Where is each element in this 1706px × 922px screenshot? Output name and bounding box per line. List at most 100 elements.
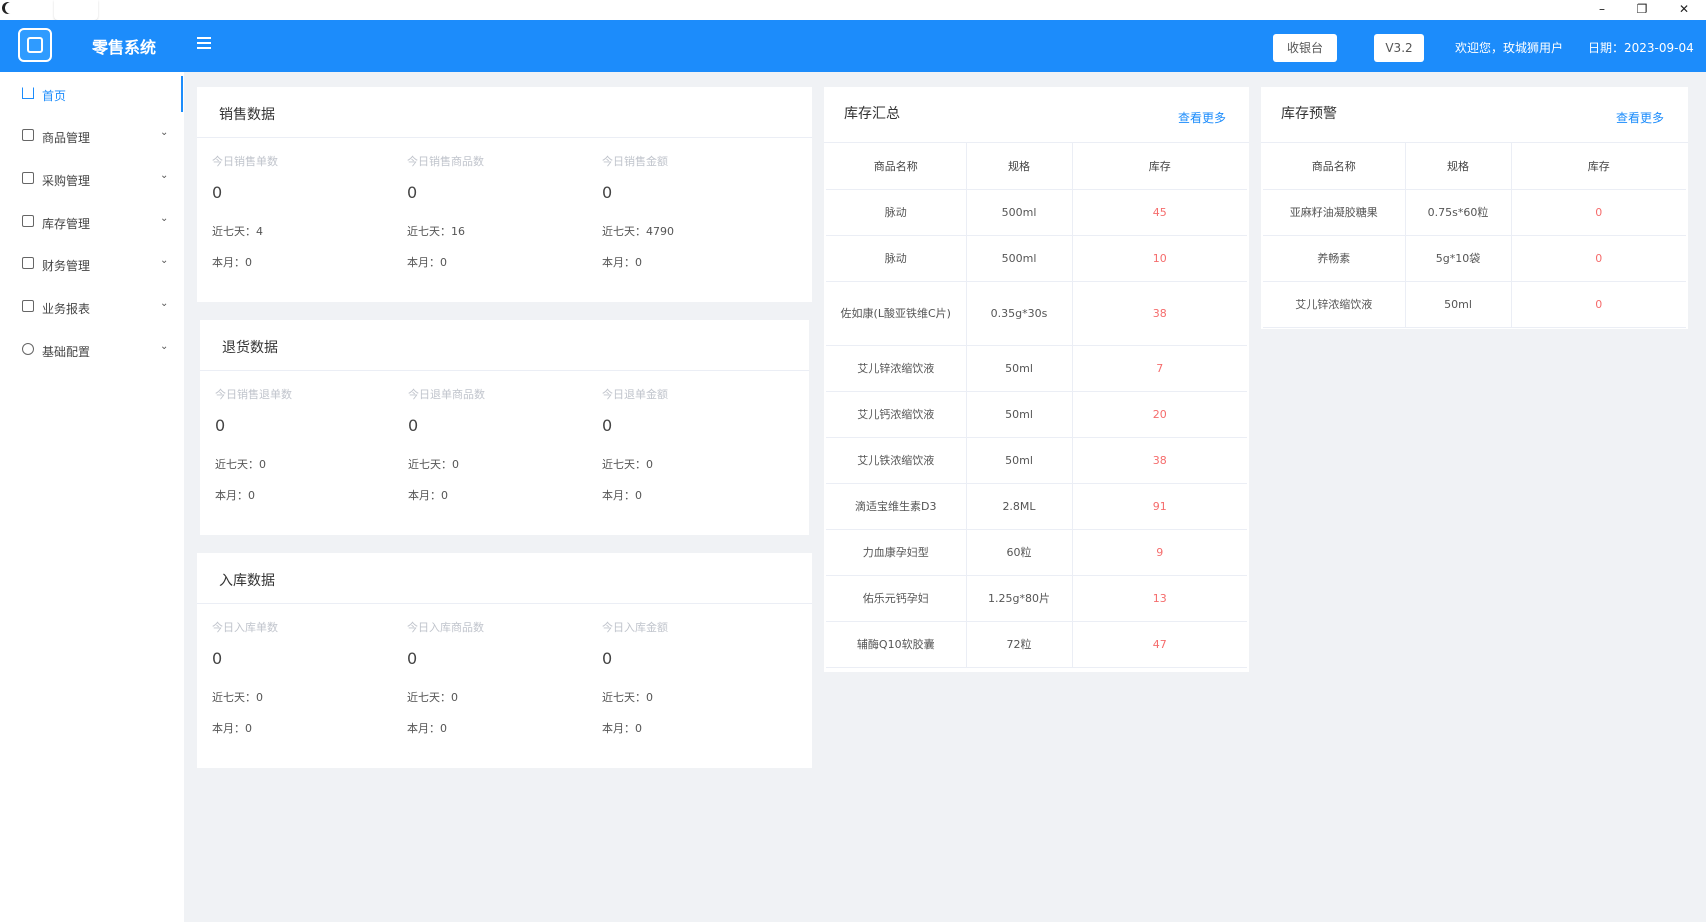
stock-alert-table: 商品名称 规格 库存 亚麻籽油凝胶糖果 0.75s*60粒 0 养畅素 5g*10袋 0 艾…	[1263, 143, 1686, 328]
view-more-link[interactable]: 查看更多	[1616, 109, 1664, 126]
stat-month: 本月：0	[407, 722, 447, 735]
column-header: 库存	[1072, 143, 1247, 190]
stock-cell: 10	[1072, 235, 1247, 282]
spec-cell: 0.75s*60粒	[1405, 189, 1512, 236]
stat-month: 本月：0	[212, 256, 252, 269]
stock-cell: 45	[1072, 189, 1247, 236]
sidebar-item-label: 采购管理	[42, 174, 91, 188]
chevron-down-icon: ⌄	[160, 213, 169, 224]
stock-cell: 0	[1511, 189, 1686, 236]
spec-cell: 500ml	[966, 235, 1073, 282]
sidebar-item-config[interactable]: 基础配置 ⌄	[0, 330, 184, 370]
stock-cell: 38	[1072, 437, 1247, 484]
stat-label: 今日入库金额	[602, 621, 668, 634]
sidebar-item-reports[interactable]: 业务报表 ⌄	[0, 287, 184, 327]
sidebar-item-purchase[interactable]: 采购管理 ⌄	[0, 159, 184, 199]
stat-label: 今日销售单数	[212, 155, 278, 168]
menu-toggle-icon[interactable]	[193, 34, 213, 54]
chevron-down-icon: ⌄	[160, 127, 169, 138]
column-header: 商品名称	[1263, 143, 1406, 190]
sidebar: 首页 商品管理 ⌄ 采购管理 ⌄ 库存管理 ⌄ 财务管理 ⌄ 业务报表 ⌄ 基础…	[0, 72, 184, 922]
close-button[interactable]: ✕	[1669, 0, 1699, 18]
table-row[interactable]: 佑乐元钙孕妇 1.25g*80片 13	[826, 575, 1247, 622]
table-row[interactable]: 滴适宝维生素D3 2.8ML 91	[826, 483, 1247, 530]
table-row[interactable]: 脉动 500ml 10	[826, 235, 1247, 282]
stat-label: 今日入库单数	[212, 621, 278, 634]
spec-cell: 0.35g*30s	[966, 281, 1073, 346]
column-header: 库存	[1511, 143, 1686, 190]
stat-week: 近七天：4790	[602, 225, 674, 238]
sidebar-item-inventory[interactable]: 库存管理 ⌄	[0, 202, 184, 242]
cart-icon	[22, 172, 34, 184]
view-more-link[interactable]: 查看更多	[1178, 109, 1226, 126]
column-header: 商品名称	[826, 143, 967, 190]
product-name-cell: 脉动	[826, 235, 967, 282]
stock-cell: 91	[1072, 483, 1247, 530]
sidebar-item-home[interactable]: 首页	[0, 74, 184, 114]
stat-value: 0	[212, 649, 223, 668]
window-tab[interactable]	[54, 0, 98, 20]
returns-card: 退货数据 今日销售退单数 0 近七天：0 本月：0 今日退单商品数 0 近七天：…	[200, 320, 809, 535]
table-row[interactable]: 艾儿锌浓缩饮液 50ml 7	[826, 345, 1247, 392]
stat-label: 今日退单商品数	[408, 388, 485, 401]
stock-cell: 47	[1072, 621, 1247, 668]
table-row[interactable]: 艾儿钙浓缩饮液 50ml 20	[826, 391, 1247, 438]
minimize-button[interactable]: –	[1587, 0, 1617, 18]
stat-value: 0	[407, 649, 418, 668]
cashier-button[interactable]: 收银台	[1273, 34, 1337, 62]
product-name-cell: 脉动	[826, 189, 967, 236]
window-titlebar: – ❐ ✕	[0, 0, 1706, 20]
table-row[interactable]: 艾儿铁浓缩饮液 50ml 38	[826, 437, 1247, 484]
product-name-cell: 艾儿锌浓缩饮液	[826, 345, 967, 392]
spec-cell: 50ml	[966, 437, 1073, 484]
card-title: 退货数据	[222, 340, 278, 356]
card-title: 库存预警	[1281, 106, 1337, 122]
sidebar-item-finance[interactable]: 财务管理 ⌄	[0, 244, 184, 284]
stat-month: 本月：0	[602, 256, 642, 269]
stat-label: 今日销售商品数	[407, 155, 484, 168]
home-icon	[22, 87, 34, 99]
stat-value: 0	[408, 416, 419, 435]
spec-cell: 1.25g*80片	[966, 575, 1073, 622]
sidebar-item-label: 首页	[42, 89, 67, 103]
table-row[interactable]: 艾儿锌浓缩饮液 50ml 0	[1263, 281, 1686, 328]
chevron-down-icon: ⌄	[160, 341, 169, 352]
column-header: 规格	[966, 143, 1073, 190]
stat-week: 近七天：0	[602, 691, 653, 704]
restore-button[interactable]: ❐	[1627, 0, 1657, 18]
spec-cell: 500ml	[966, 189, 1073, 236]
table-row[interactable]: 佐如康(L酸亚铁维C片) 0.35g*30s 38	[826, 281, 1247, 346]
stat-month: 本月：0	[407, 256, 447, 269]
stock-cell: 38	[1072, 281, 1247, 346]
table-row[interactable]: 亚麻籽油凝胶糖果 0.75s*60粒 0	[1263, 189, 1686, 236]
spec-cell: 2.8ML	[966, 483, 1073, 530]
stat-week: 近七天：0	[212, 691, 263, 704]
goods-icon	[22, 129, 34, 141]
spec-cell: 60粒	[966, 529, 1073, 576]
spec-cell: 72粒	[966, 621, 1073, 668]
stock-summary-card: 库存汇总 查看更多 商品名称 规格 库存 脉动 500ml 45 脉动 500ml 10 佐…	[824, 87, 1249, 672]
table-row[interactable]: 力血康孕妇型 60粒 9	[826, 529, 1247, 576]
stock-cell: 20	[1072, 391, 1247, 438]
stock-cell: 9	[1072, 529, 1247, 576]
version-button[interactable]: V3.2	[1374, 34, 1424, 62]
spec-cell: 50ml	[966, 391, 1073, 438]
stat-value: 0	[407, 183, 418, 202]
finance-icon	[22, 257, 34, 269]
table-row[interactable]: 脉动 500ml 45	[826, 189, 1247, 236]
card-title: 销售数据	[219, 107, 275, 123]
stock-alert-card: 库存预警 查看更多 商品名称 规格 库存 亚麻籽油凝胶糖果 0.75s*60粒 0 养…	[1261, 87, 1688, 329]
product-name-cell: 艾儿钙浓缩饮液	[826, 391, 967, 438]
stat-value: 0	[602, 416, 613, 435]
sidebar-item-goods[interactable]: 商品管理 ⌄	[0, 116, 184, 156]
column-header: 规格	[1405, 143, 1512, 190]
table-row[interactable]: 辅酶Q10软胶囊 72粒 47	[826, 621, 1247, 668]
stat-value: 0	[215, 416, 226, 435]
stock-cell: 0	[1511, 235, 1686, 282]
stock-cell: 7	[1072, 345, 1247, 392]
table-row[interactable]: 养畅素 5g*10袋 0	[1263, 235, 1686, 282]
sidebar-item-label: 财务管理	[42, 259, 91, 273]
sidebar-item-label: 业务报表	[42, 302, 91, 316]
product-name-cell: 佐如康(L酸亚铁维C片)	[826, 281, 967, 346]
stock-summary-table: 商品名称 规格 库存 脉动 500ml 45 脉动 500ml 10 佐如康(L酸亚铁维C片…	[826, 143, 1247, 668]
